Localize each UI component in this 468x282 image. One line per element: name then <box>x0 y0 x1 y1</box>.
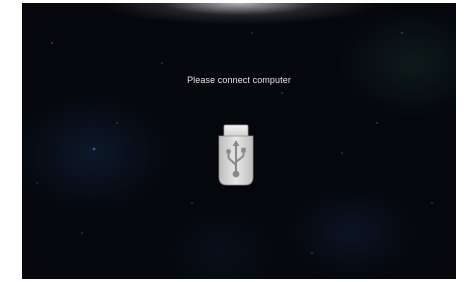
connect-message: Please connect computer <box>187 75 291 85</box>
device-screen: Please connect computer <box>22 3 456 279</box>
usb-plug-icon <box>218 124 254 186</box>
